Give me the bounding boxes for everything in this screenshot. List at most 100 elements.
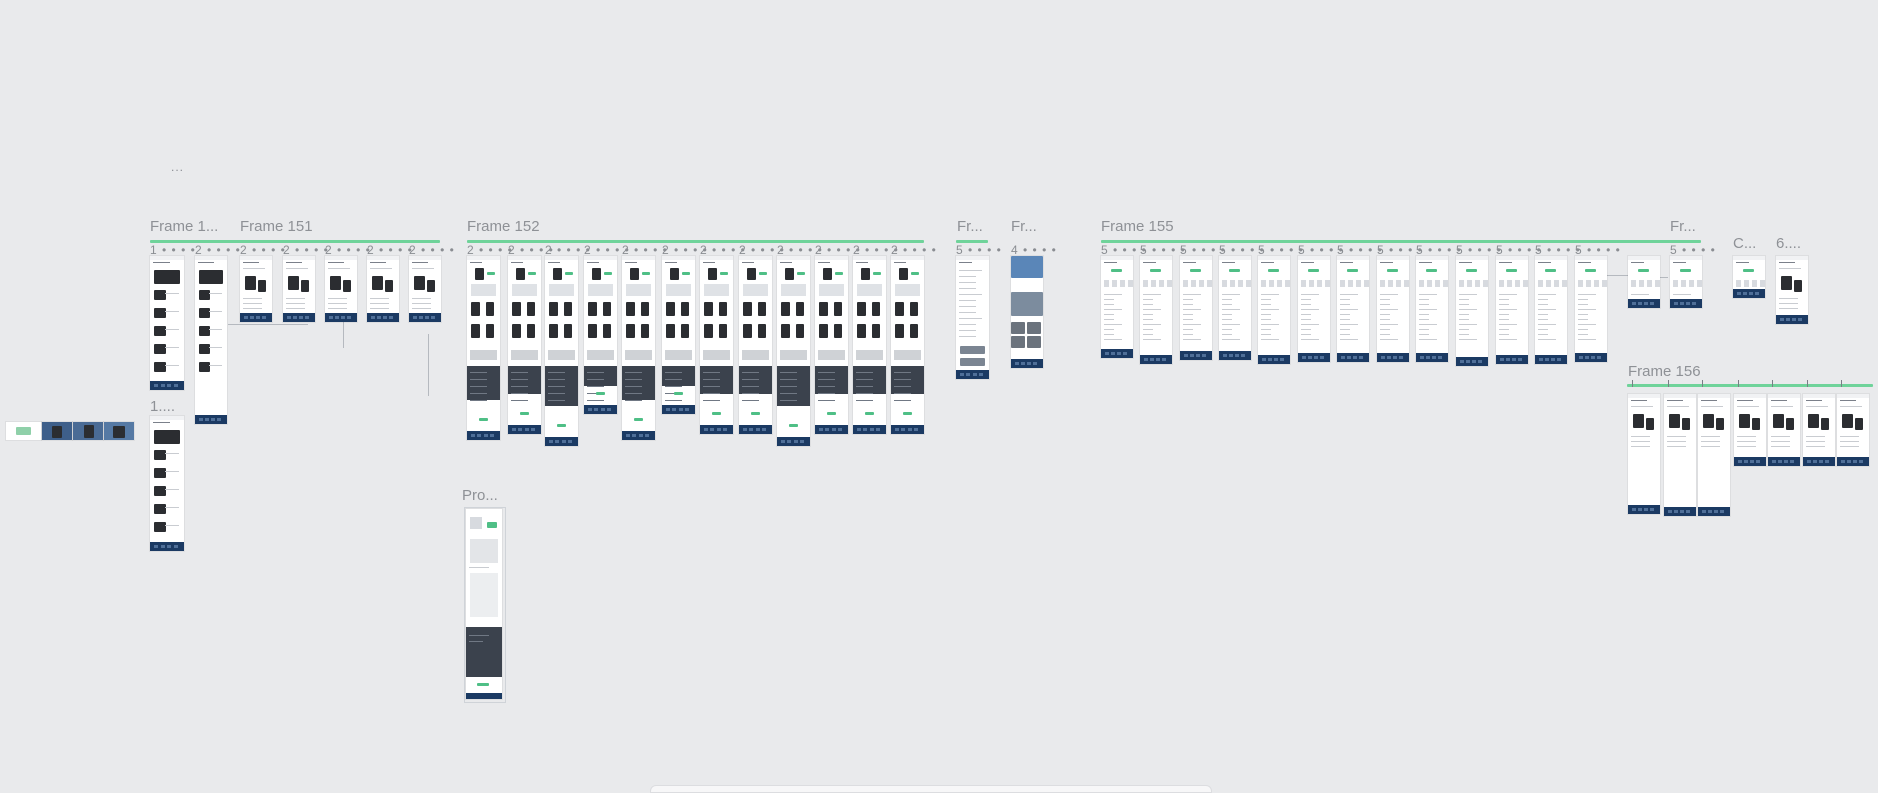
frame-thumbnail[interactable]: [622, 256, 655, 440]
image-thumb[interactable]: [42, 422, 72, 440]
frame-thumbnail[interactable]: [891, 256, 924, 434]
frame-child-label[interactable]: 5 • • • •: [1575, 244, 1621, 256]
frame-thumbnail[interactable]: [283, 256, 315, 322]
frame-thumbnail[interactable]: [1377, 256, 1409, 362]
frame-thumbnail[interactable]: [815, 256, 848, 434]
frame-thumbnail[interactable]: [1416, 256, 1448, 362]
frame-thumbnail[interactable]: [1011, 256, 1043, 368]
frame-thumbnail[interactable]: [409, 256, 441, 322]
frame-child-label[interactable]: 5 • • • •: [1535, 244, 1581, 256]
frame-child-label[interactable]: 5 • • • •: [1258, 244, 1304, 256]
frame-thumbnail[interactable]: [195, 256, 227, 424]
footer-link: [1638, 508, 1642, 511]
frame-thumbnail[interactable]: [1298, 256, 1330, 362]
frame-child-label[interactable]: 2 • • • •: [409, 244, 455, 256]
frame-thumbnail[interactable]: [1180, 256, 1212, 360]
spec-line: [470, 379, 487, 380]
frame-150-title[interactable]: Frame 1...: [150, 219, 218, 235]
frame-155-title[interactable]: Frame 155: [1101, 219, 1174, 235]
frame-6-title[interactable]: 6....: [1776, 236, 1801, 252]
frame-thumbnail[interactable]: [1628, 256, 1660, 308]
frame-thumbnail[interactable]: [325, 256, 357, 322]
frame-thumbnail[interactable]: [545, 256, 578, 446]
image-thumb[interactable]: [104, 422, 134, 440]
frame-thumbnail[interactable]: [700, 256, 733, 434]
frame-child-label[interactable]: 2 • • • •: [195, 244, 241, 256]
bottom-toolbar[interactable]: [650, 785, 1212, 793]
frame-thumbnail[interactable]: [1456, 256, 1488, 366]
frame-154-title[interactable]: Fr...: [1011, 219, 1037, 235]
frame-thumbnail[interactable]: [1698, 394, 1730, 516]
spec-line: [511, 372, 528, 373]
frame-thumbnail[interactable]: [1803, 394, 1835, 466]
frame-thumbnail[interactable]: [150, 256, 184, 390]
frame-thumbnail[interactable]: [1670, 256, 1702, 308]
frame-child-label[interactable]: 2 • • • •: [467, 244, 513, 256]
frame-thumbnail[interactable]: [1140, 256, 1172, 364]
frame-heading: [1667, 400, 1683, 401]
frame-thumbnail[interactable]: [1837, 394, 1869, 466]
cta-button: [1386, 269, 1398, 272]
frame-150-child-title[interactable]: 1....: [150, 399, 175, 415]
frame-thumbnail[interactable]: [1101, 256, 1133, 358]
frame-thumbnail[interactable]: [1337, 256, 1369, 362]
frame-thumbnail[interactable]: [853, 256, 886, 434]
frame-thumbnail[interactable]: [1496, 256, 1528, 364]
frame-child-label[interactable]: 5 • • • •: [1337, 244, 1383, 256]
frame-thumbnail[interactable]: [1575, 256, 1607, 362]
frame-thumbnail[interactable]: [1776, 256, 1808, 324]
frame-thumbnail[interactable]: [1733, 256, 1765, 298]
frame-thumbnail[interactable]: [1219, 256, 1251, 360]
spec-line: [703, 379, 720, 380]
frame-c-title[interactable]: C...: [1733, 236, 1756, 252]
frame-child-label[interactable]: 2 • • • •: [622, 244, 668, 256]
frame-child-label[interactable]: 1 • • • •: [150, 244, 196, 256]
frame-pro[interactable]: [466, 509, 502, 699]
frame-153-title[interactable]: Fr...: [957, 219, 983, 235]
frame-child-label[interactable]: 2 • • • •: [891, 244, 937, 256]
frame-thumbnail[interactable]: [1535, 256, 1567, 364]
frame-thumbnail[interactable]: [1628, 394, 1660, 514]
frame-thumbnail[interactable]: [240, 256, 272, 322]
frame-child-label[interactable]: 5 • • • •: [1140, 244, 1186, 256]
spec-line: [1261, 329, 1271, 330]
spec-line: [1104, 304, 1114, 305]
image-thumb[interactable]: [6, 422, 41, 440]
frame-thumbnail[interactable]: [1734, 394, 1766, 466]
product-image: [602, 324, 611, 338]
frame-156-title[interactable]: Frame 156: [1628, 364, 1701, 380]
frame-child-label[interactable]: 5 • • • •: [1416, 244, 1462, 256]
frame-thumbnail[interactable]: [508, 256, 541, 434]
frame-151-title[interactable]: Frame 151: [240, 219, 313, 235]
frame-header: [1734, 394, 1766, 398]
footer-link: [477, 434, 482, 437]
frame-thumbnail[interactable]: [367, 256, 399, 322]
footer-link: [287, 316, 291, 319]
frame-thumbnail[interactable]: [150, 416, 184, 551]
frame-child-label[interactable]: 2 • • • •: [240, 244, 286, 256]
frame-child-label[interactable]: 2 • • • •: [283, 244, 329, 256]
frame-thumbnail[interactable]: [956, 256, 989, 379]
frame-child-label[interactable]: 4 • • • •: [1011, 244, 1057, 256]
frame-thumbnail[interactable]: [739, 256, 772, 434]
frame-thumbnail[interactable]: [467, 256, 500, 440]
frame-child-label[interactable]: 2 • • • •: [325, 244, 371, 256]
frame-header: [1337, 256, 1369, 260]
design-canvas[interactable]: ... Frame 1... 1.... Frame 151 Frame 152…: [0, 0, 1878, 793]
frame-thumbnail[interactable]: [1768, 394, 1800, 466]
frame-child-label[interactable]: 2 • • • •: [367, 244, 413, 256]
frame-thumbnail[interactable]: [1258, 256, 1290, 364]
cta-button: [1679, 269, 1691, 272]
frame-child-label[interactable]: 5 • • • •: [1456, 244, 1502, 256]
frame-small-title[interactable]: Fr...: [1670, 219, 1696, 235]
frame-child-label[interactable]: 5 • • • •: [956, 244, 1002, 256]
image-thumb[interactable]: [73, 422, 103, 440]
frame-pro-title[interactable]: Pro...: [462, 488, 498, 504]
frame-thumbnail[interactable]: [1664, 394, 1696, 516]
frame-thumbnail[interactable]: [777, 256, 810, 446]
spec-line: [1261, 299, 1271, 300]
frame-152-title[interactable]: Frame 152: [467, 219, 540, 235]
frame-thumbnail[interactable]: [584, 256, 617, 414]
frame-thumbnail[interactable]: [662, 256, 695, 414]
frame-child-label[interactable]: 5 • • • •: [1670, 244, 1716, 256]
